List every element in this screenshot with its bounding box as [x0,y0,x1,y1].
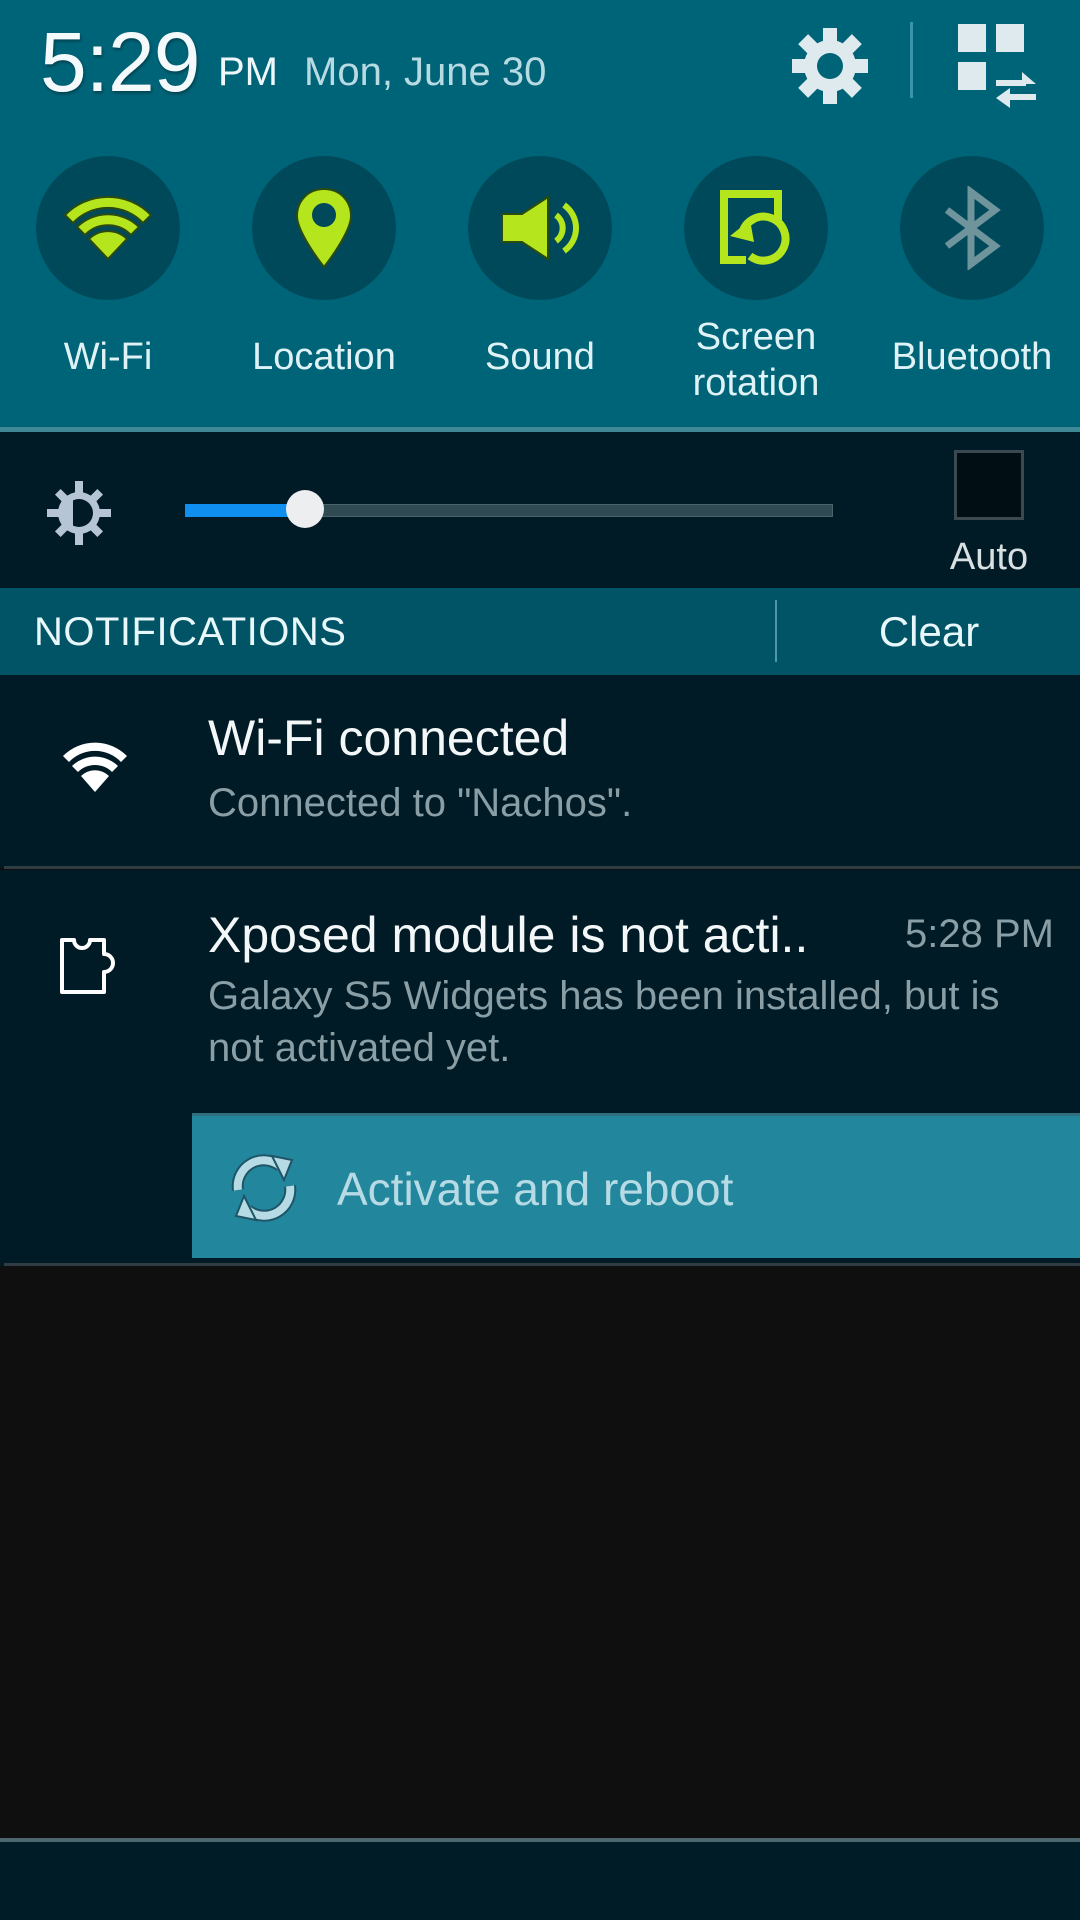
auto-brightness-checkbox[interactable] [954,450,1024,520]
toggle-wifi-button[interactable] [36,156,180,300]
toggle-wifi-label: Wi-Fi [63,336,153,378]
toggle-screen-rotation-button[interactable] [684,156,828,300]
toggle-screen-rotation-label-line1: Screen [695,316,817,358]
toggle-location-button[interactable] [252,156,396,300]
auto-brightness-label: Auto [949,536,1029,578]
clock-ampm: PM [218,50,278,94]
toggle-sound[interactable]: Sound [440,154,640,424]
toggle-screen-rotation-label-line2: rotation [692,362,820,404]
settings-button[interactable] [782,18,878,114]
empty-notification-area [0,1268,1080,1838]
wifi-icon [63,195,153,261]
clear-button[interactable]: Clear [778,588,1080,675]
panel-drag-handle[interactable] [0,1842,1080,1920]
notification-title: Wi-Fi connected [208,710,570,766]
bluetooth-icon [944,186,1001,270]
grid-swap-icon [958,24,1036,108]
speaker-icon [501,195,579,261]
refresh-icon [226,1150,302,1226]
date-label: Mon, June 30 [304,50,547,94]
toggle-bluetooth[interactable]: Bluetooth [872,154,1072,424]
toggle-bluetooth-label: Bluetooth [891,336,1053,378]
activate-and-reboot-button[interactable]: Activate and reboot [192,1113,1080,1258]
toggle-wifi[interactable]: Wi-Fi [8,154,208,424]
puzzle-piece-icon [58,936,134,1001]
toggle-screen-rotation-label: Screen rotation [646,314,866,406]
toggle-location[interactable]: Location [224,154,424,424]
notifications-header-divider [775,600,777,662]
brightness-row: Auto [0,432,1080,588]
toggle-screen-rotation[interactable]: Screen rotation [656,154,856,424]
notification-text: Galaxy S5 Widgets has been installed, bu… [208,974,1000,1070]
action-label: Activate and reboot [337,1163,734,1215]
brightness-slider-thumb[interactable] [286,490,324,528]
brightness-icon [46,480,112,546]
wifi-icon [62,739,128,800]
notification-divider [4,1263,1080,1266]
toggle-bluetooth-button[interactable] [900,156,1044,300]
toggle-location-label: Location [252,336,396,378]
notification-time: 5:28 PM [905,912,1054,956]
location-pin-icon [295,187,353,269]
notification-title: Xposed module is not acti.. [208,907,809,963]
notification-xposed-module[interactable]: Xposed module is not acti.. 5:28 PM Gala… [0,870,1080,1266]
clock-time: 5:29 [40,15,200,109]
notifications-title: NOTIFICATIONS [34,610,347,654]
gear-icon [792,28,868,104]
toggle-sound-label: Sound [485,336,595,378]
screen-rotation-icon [720,190,790,265]
header-divider [910,22,913,98]
quick-settings-header: 5:29 PM Mon, June 30 Wi-Fi Location Soun… [0,0,1080,430]
toggle-sound-button[interactable] [468,156,612,300]
edit-quick-settings-button[interactable] [952,18,1052,114]
notification-text: Connected to "Nachos". [208,781,633,825]
notification-divider [4,866,1080,869]
notification-wifi-connected[interactable]: Wi-Fi connected Connected to "Nachos". [0,675,1080,869]
notifications-header: NOTIFICATIONS Clear [0,588,1080,675]
